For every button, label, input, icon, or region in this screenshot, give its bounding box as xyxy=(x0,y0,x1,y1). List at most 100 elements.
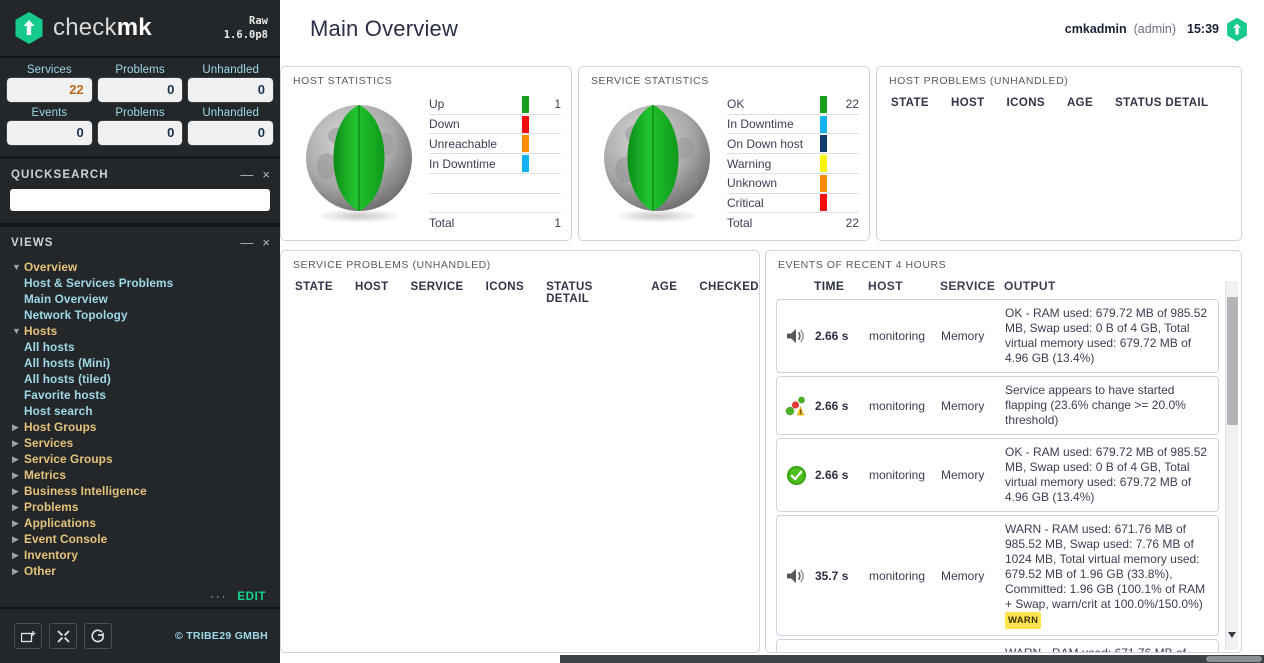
stat-events[interactable]: Events 0 xyxy=(7,106,92,145)
column-header[interactable]: ICONS xyxy=(1007,97,1045,109)
statistics-row[interactable]: Warning xyxy=(727,154,859,174)
sidebar-view-item[interactable]: Main Overview xyxy=(0,291,280,307)
sidebar-view-item[interactable]: ▼ Overview xyxy=(0,259,280,275)
sidebar-view-item[interactable]: ▶ Service Groups xyxy=(0,451,280,467)
sidebar-view-item[interactable]: ▶ Services xyxy=(0,435,280,451)
sidebar-view-item[interactable]: ▶ Inventory xyxy=(0,547,280,563)
notification-speaker-icon[interactable] xyxy=(777,327,815,345)
statistics-row[interactable]: Down xyxy=(429,115,561,135)
event-service[interactable]: Memory xyxy=(941,468,1005,482)
chevron-right-icon[interactable]: ▶ xyxy=(12,486,24,496)
wrench-screwdriver-icon[interactable] xyxy=(49,623,77,650)
sidebar-view-item[interactable]: ▶ Event Console xyxy=(0,531,280,547)
event-host[interactable]: monitoring xyxy=(869,569,941,583)
events-scrollbar[interactable] xyxy=(1225,281,1238,652)
column-header[interactable]: AGE xyxy=(651,281,677,305)
username-label[interactable]: cmkadmin xyxy=(1065,22,1127,36)
sidebar-view-item[interactable]: ▶ Business Intelligence xyxy=(0,483,280,499)
logout-icon[interactable] xyxy=(84,623,112,650)
column-header[interactable]: STATE xyxy=(295,281,333,305)
column-header[interactable]: ICONS xyxy=(486,281,524,305)
more-options-icon[interactable]: ··· xyxy=(210,591,227,603)
chevron-down-icon[interactable]: ▼ xyxy=(12,262,24,272)
sidebar-view-item[interactable]: ▼ Hosts xyxy=(0,323,280,339)
add-snapin-icon[interactable] xyxy=(14,623,42,650)
scroll-up-icon[interactable] xyxy=(1228,284,1237,307)
chevron-down-icon[interactable]: ▼ xyxy=(12,326,24,336)
sidebar-view-item[interactable]: ▶ Host Groups xyxy=(0,419,280,435)
chevron-right-icon[interactable]: ▶ xyxy=(12,550,24,560)
column-header[interactable]: HOST xyxy=(355,281,389,305)
statistics-row[interactable]: OK 22 xyxy=(727,95,859,115)
flapping-icon[interactable] xyxy=(777,396,815,416)
stat-service-problems[interactable]: Problems 0 xyxy=(97,63,183,102)
close-icon[interactable]: × xyxy=(262,168,270,181)
chevron-right-icon[interactable]: ▶ xyxy=(12,438,24,448)
scroll-down-icon[interactable] xyxy=(1228,632,1237,652)
search-input[interactable] xyxy=(10,189,270,212)
close-icon[interactable]: × xyxy=(262,236,270,249)
stat-event-problems[interactable]: Problems 0 xyxy=(97,106,183,145)
checkmk-hex-icon[interactable] xyxy=(1226,17,1248,42)
column-header[interactable]: CHECKED xyxy=(699,281,759,305)
column-header[interactable]: HOST xyxy=(951,97,985,109)
edit-views-button[interactable]: EDIT xyxy=(237,591,266,603)
column-header[interactable]: AGE xyxy=(1067,97,1093,109)
events-col-service[interactable]: SERVICE xyxy=(940,279,1004,294)
checkmk-hex-icon[interactable] xyxy=(14,11,44,45)
statistics-row[interactable]: Unknown xyxy=(727,174,859,194)
sidebar-view-item[interactable]: Favorite hosts xyxy=(0,387,280,403)
statistics-row[interactable]: Critical xyxy=(727,194,859,214)
sidebar-view-item[interactable]: All hosts (tiled) xyxy=(0,371,280,387)
event-row[interactable]: 2.66 s monitoring Memory Service appears to… xyxy=(776,376,1219,435)
event-service[interactable]: Memory xyxy=(941,329,1005,343)
event-host[interactable]: monitoring xyxy=(869,329,941,343)
chevron-right-icon[interactable]: ▶ xyxy=(12,502,24,512)
column-header[interactable]: STATE xyxy=(891,97,929,109)
stat-services[interactable]: Services 22 xyxy=(7,63,92,102)
chevron-right-icon[interactable]: ▶ xyxy=(12,566,24,576)
sidebar-view-item[interactable]: All hosts (Mini) xyxy=(0,355,280,371)
event-host[interactable]: monitoring xyxy=(869,399,941,413)
horizontal-scrollbar-thumb[interactable] xyxy=(1206,656,1262,662)
chevron-right-icon[interactable]: ▶ xyxy=(12,518,24,528)
notification-speaker-icon[interactable] xyxy=(777,567,815,585)
chevron-right-icon[interactable]: ▶ xyxy=(12,454,24,464)
event-host[interactable]: monitoring xyxy=(869,468,941,482)
events-col-host[interactable]: HOST xyxy=(868,279,940,294)
sidebar-view-item[interactable]: Host & Services Problems xyxy=(0,275,280,291)
statistics-row[interactable]: In Downtime xyxy=(429,154,561,174)
event-service[interactable]: Memory xyxy=(941,569,1005,583)
scrollbar-thumb[interactable] xyxy=(1227,297,1238,425)
event-row[interactable]: 2.66 s monitoring Memory OK - RAM used: 679… xyxy=(776,438,1219,512)
column-header[interactable]: SERVICE xyxy=(411,281,464,305)
event-row[interactable]: WARN - RAM used: 671.76 MB of 985.52 MB,… xyxy=(776,639,1219,652)
sidebar-view-item[interactable]: All hosts xyxy=(0,339,280,355)
chevron-right-icon[interactable]: ▶ xyxy=(12,470,24,480)
events-col-output[interactable]: OUTPUT xyxy=(1004,279,1219,294)
statistics-row[interactable]: On Down host xyxy=(727,134,859,155)
sidebar-view-item[interactable]: ▶ Other xyxy=(0,563,280,579)
sidebar-view-item[interactable]: ▶ Metrics xyxy=(0,467,280,483)
sidebar-view-item[interactable]: ▶ Applications xyxy=(0,515,280,531)
statistics-row[interactable]: Up 1 xyxy=(429,95,561,115)
event-row[interactable]: 35.7 s monitoring Memory WARN - RAM used: 6… xyxy=(776,515,1219,636)
chevron-right-icon[interactable]: ▶ xyxy=(12,534,24,544)
event-service[interactable]: Memory xyxy=(941,399,1005,413)
statistics-row[interactable]: Unreachable xyxy=(429,134,561,155)
minimize-icon[interactable]: — xyxy=(240,168,253,181)
column-header[interactable]: STATUS DETAIL xyxy=(1115,97,1208,109)
sidebar-view-item[interactable]: ▶ Problems xyxy=(0,499,280,515)
column-header[interactable]: STATUS DETAIL xyxy=(546,281,629,305)
events-col-time[interactable]: TIME xyxy=(814,279,868,294)
sidebar-view-item[interactable]: Network Topology xyxy=(0,307,280,323)
sidebar-view-item[interactable]: Host search xyxy=(0,403,280,419)
stat-event-unhandled[interactable]: Unhandled 0 xyxy=(188,106,274,145)
state-ok-check-icon[interactable] xyxy=(777,465,815,486)
minimize-icon[interactable]: — xyxy=(240,236,253,249)
stat-service-unhandled[interactable]: Unhandled 0 xyxy=(188,63,274,102)
horizontal-scrollbar[interactable] xyxy=(560,655,1264,663)
statistics-row[interactable]: In Downtime xyxy=(727,115,859,135)
chevron-right-icon[interactable]: ▶ xyxy=(12,422,24,432)
event-row[interactable]: 2.66 s monitoring Memory OK - RAM used: 679… xyxy=(776,299,1219,373)
